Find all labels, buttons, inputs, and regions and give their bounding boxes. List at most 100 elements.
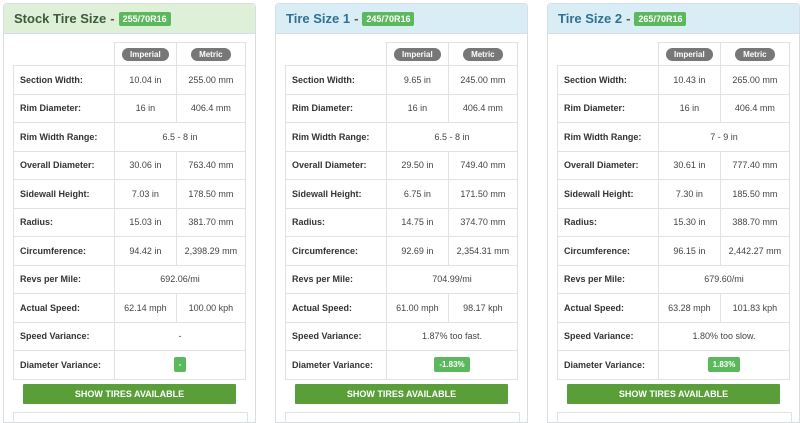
spec-table: Imperial Metric Section Width: 10.04 in … xyxy=(13,42,247,380)
table-header-row: Imperial Metric xyxy=(557,42,791,66)
imperial-value: 30.06 in xyxy=(114,150,177,180)
row-rim-width-range: Rim Width Range: 6.5 - 8 in xyxy=(13,122,246,152)
show-tires-available-button[interactable]: SHOW TIRES AVAILABLE xyxy=(23,384,236,404)
header-blank-cell xyxy=(285,42,387,66)
metric-value: 406.4 mm xyxy=(719,93,791,123)
imperial-value: 61.00 mph xyxy=(386,293,449,323)
metric-value: 98.17 kph xyxy=(447,293,519,323)
combined-value: 6.5 - 8 in xyxy=(114,122,246,152)
variance-cell: 1.83% xyxy=(658,350,790,380)
metric-value: 2,398.29 mm xyxy=(175,236,247,266)
metric-value: 245.00 mm xyxy=(447,65,519,95)
row-label: Revs per Mile: xyxy=(285,264,387,294)
imperial-value: 94.42 in xyxy=(114,236,177,266)
metric-pill: Metric xyxy=(735,47,775,61)
metric-pill: Metric xyxy=(463,47,503,61)
row-revs-per-mile: Revs per Mile: 692.06/mi xyxy=(13,264,246,294)
combined-value: 6.5 - 8 in xyxy=(386,122,518,152)
row-label: Overall Diameter: xyxy=(13,150,115,180)
metric-value: 178.50 mm xyxy=(175,179,247,209)
row-sidewall-height: Sidewall Height: 6.75 in 171.50 mm xyxy=(285,179,519,209)
size-badge: 255/70R16 xyxy=(118,11,171,26)
row-label: Section Width: xyxy=(285,65,387,95)
row-label: Overall Diameter: xyxy=(285,150,387,180)
imperial-value: 15.03 in xyxy=(114,207,177,237)
show-tires-available-button[interactable]: SHOW TIRES AVAILABLE xyxy=(567,384,780,404)
imperial-value: 14.75 in xyxy=(386,207,449,237)
imperial-value: 63.28 mph xyxy=(658,293,721,323)
row-label: Actual Speed: xyxy=(557,293,659,323)
row-label: Speed Variance: xyxy=(285,321,387,351)
combined-value: 704.99/mi xyxy=(386,264,518,294)
row-circumference: Circumference: 92.69 in 2,354.31 mm xyxy=(285,236,519,266)
row-rim-diameter: Rim Diameter: 16 in 406.4 mm xyxy=(557,93,791,123)
row-label: Radius: xyxy=(285,207,387,237)
metric-value: 171.50 mm xyxy=(447,179,519,209)
imperial-value: 29.50 in xyxy=(386,150,449,180)
row-label: Diameter Variance: xyxy=(13,350,115,380)
row-rim-diameter: Rim Diameter: 16 in 406.4 mm xyxy=(13,93,247,123)
imperial-header: Imperial xyxy=(386,42,449,66)
imperial-value: 9.65 in xyxy=(386,65,449,95)
row-section-width: Section Width: 9.65 in 245.00 mm xyxy=(285,65,519,95)
metric-value: 185.50 mm xyxy=(719,179,791,209)
row-label: Overall Diameter: xyxy=(557,150,659,180)
table-footer-divider xyxy=(285,412,520,423)
row-radius: Radius: 15.30 in 388.70 mm xyxy=(557,207,791,237)
imperial-value: 15.30 in xyxy=(658,207,721,237)
row-label: Diameter Variance: xyxy=(285,350,387,380)
combined-value: - xyxy=(114,321,246,351)
table-header-row: Imperial Metric xyxy=(285,42,519,66)
imperial-value: 62.14 mph xyxy=(114,293,177,323)
row-radius: Radius: 14.75 in 374.70 mm xyxy=(285,207,519,237)
combined-value: 692.06/mi xyxy=(114,264,246,294)
imperial-value: 96.15 in xyxy=(658,236,721,266)
row-rim-width-range: Rim Width Range: 7 - 9 in xyxy=(557,122,790,152)
diameter-variance-badge: - xyxy=(173,357,187,373)
row-sidewall-height: Sidewall Height: 7.03 in 178.50 mm xyxy=(13,179,247,209)
title-separator: - xyxy=(354,11,359,26)
metric-value: 381.70 mm xyxy=(175,207,247,237)
imperial-pill: Imperial xyxy=(122,47,169,61)
row-speed-variance: Speed Variance: 1.87% too fast. xyxy=(285,321,518,351)
metric-header: Metric xyxy=(447,42,519,66)
metric-value: 265.00 mm xyxy=(719,65,791,95)
metric-value: 763.40 mm xyxy=(175,150,247,180)
combined-value: 679.60/mi xyxy=(658,264,790,294)
row-circumference: Circumference: 94.42 in 2,398.29 mm xyxy=(13,236,247,266)
row-label: Circumference: xyxy=(285,236,387,266)
diameter-variance-badge: 1.83% xyxy=(707,357,741,373)
row-radius: Radius: 15.03 in 381.70 mm xyxy=(13,207,247,237)
row-label: Rim Diameter: xyxy=(13,93,115,123)
combined-value: 1.87% too fast. xyxy=(386,321,518,351)
row-diameter-variance: Diameter Variance: 1.83% xyxy=(557,350,790,380)
tire-size-1-panel: Tire Size 1 - 245/70R16 Imperial Metric … xyxy=(275,3,528,423)
metric-value: 777.40 mm xyxy=(719,150,791,180)
combined-value: 7 - 9 in xyxy=(658,122,790,152)
table-footer-divider xyxy=(557,412,792,423)
show-tires-available-button[interactable]: SHOW TIRES AVAILABLE xyxy=(295,384,508,404)
imperial-pill: Imperial xyxy=(666,47,713,61)
row-label: Rim Width Range: xyxy=(285,122,387,152)
row-label: Diameter Variance: xyxy=(557,350,659,380)
row-label: Actual Speed: xyxy=(285,293,387,323)
row-label: Revs per Mile: xyxy=(13,264,115,294)
title-separator: - xyxy=(110,11,115,26)
panel-title: Tire Size 1 xyxy=(286,11,351,26)
row-actual-speed: Actual Speed: 63.28 mph 101.83 kph xyxy=(557,293,791,323)
row-label: Circumference: xyxy=(13,236,115,266)
row-label: Section Width: xyxy=(557,65,659,95)
row-rim-diameter: Rim Diameter: 16 in 406.4 mm xyxy=(285,93,519,123)
imperial-value: 16 in xyxy=(114,93,177,123)
header-blank-cell xyxy=(557,42,659,66)
panel-title: Stock Tire Size xyxy=(14,11,107,26)
imperial-value: 10.43 in xyxy=(658,65,721,95)
row-speed-variance: Speed Variance: 1.80% too slow. xyxy=(557,321,790,351)
panel-header: Stock Tire Size - 255/70R16 xyxy=(4,4,255,34)
spec-table: Imperial Metric Section Width: 9.65 in 2… xyxy=(285,42,519,380)
combined-value: 1.80% too slow. xyxy=(658,321,790,351)
row-diameter-variance: Diameter Variance: - xyxy=(13,350,246,380)
table-header-row: Imperial Metric xyxy=(13,42,247,66)
metric-value: 374.70 mm xyxy=(447,207,519,237)
metric-header: Metric xyxy=(175,42,247,66)
